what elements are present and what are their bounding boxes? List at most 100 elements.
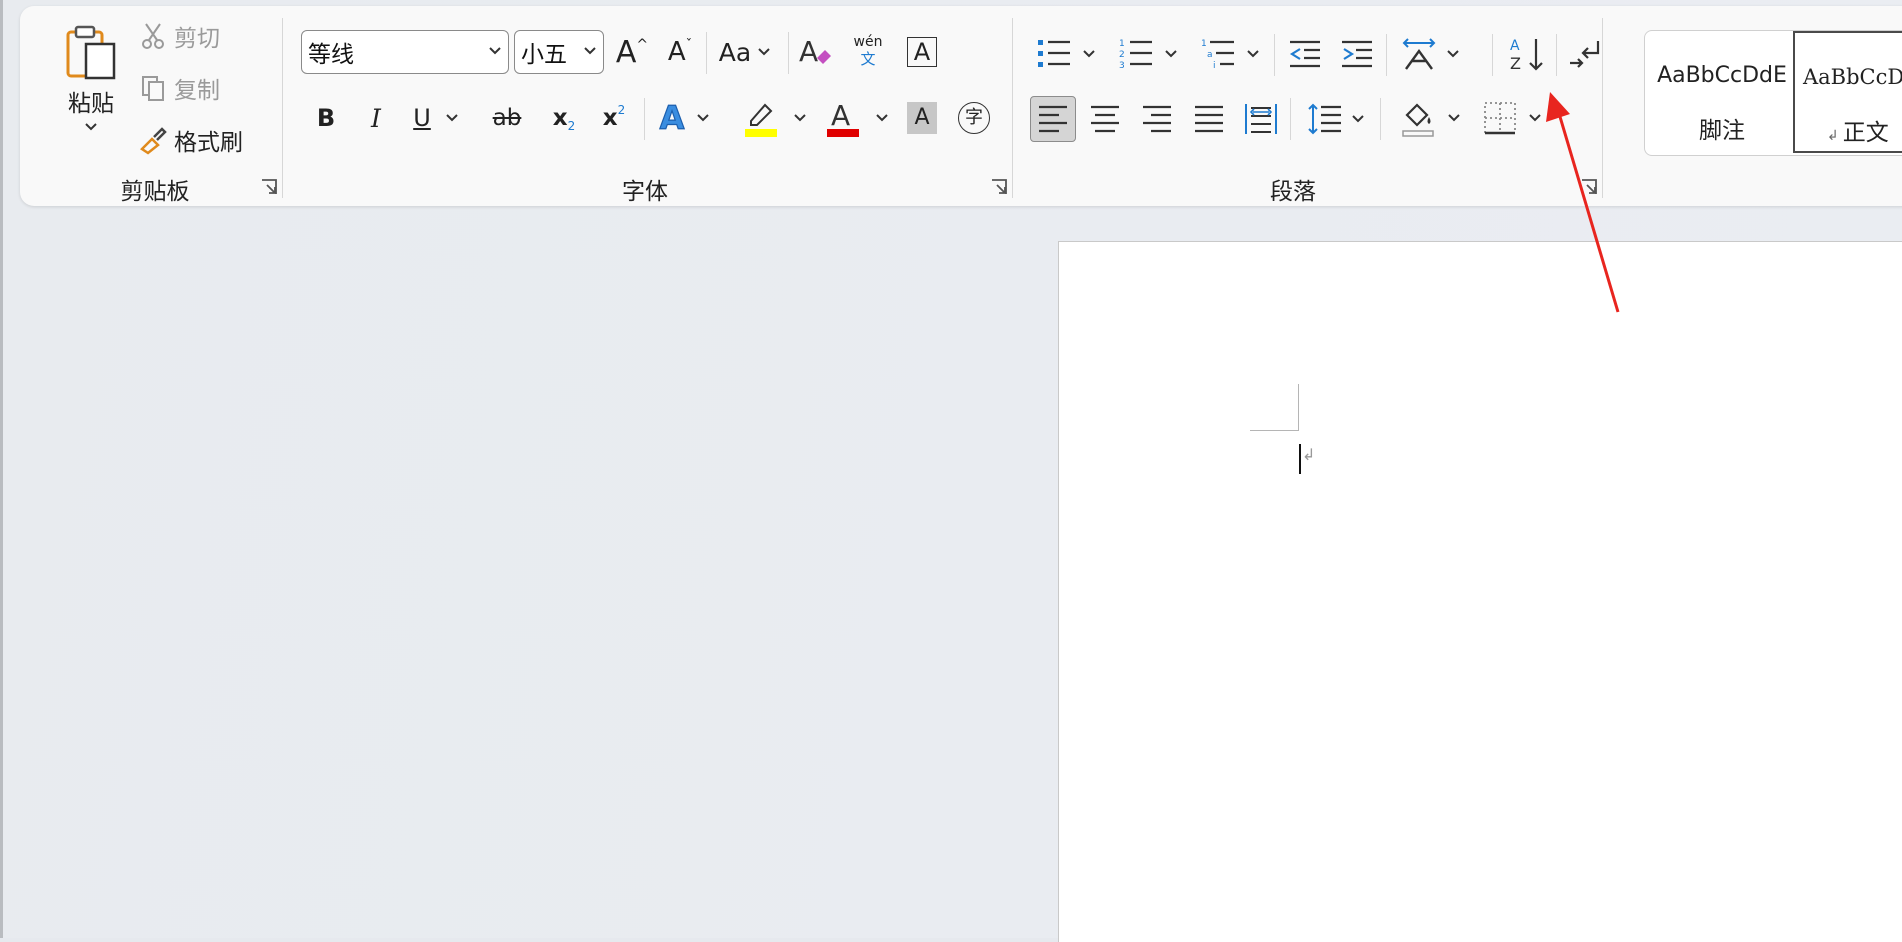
format-painter-label: 格式刷 bbox=[174, 130, 243, 156]
divider bbox=[1290, 98, 1291, 140]
svg-text:2: 2 bbox=[1119, 50, 1125, 60]
font-size-value: 小五 bbox=[521, 42, 567, 68]
svg-text:Z: Z bbox=[1510, 54, 1521, 73]
chevron-down-icon bbox=[1165, 50, 1177, 58]
copy-icon bbox=[142, 76, 164, 101]
copy-button[interactable]: 复制 bbox=[140, 70, 250, 106]
styles-gallery: AaBbCcDdE 脚注 AaBbCcDdE ↲正文 bbox=[1644, 30, 1902, 156]
sort-button[interactable]: AZ bbox=[1504, 32, 1550, 76]
style-name: 脚注 bbox=[1699, 118, 1745, 144]
grow-font-button[interactable]: A ^ bbox=[612, 30, 652, 74]
clipboard-dialog-launcher-icon[interactable] bbox=[260, 178, 278, 196]
divider bbox=[706, 32, 707, 74]
enclose-characters-icon: 字 bbox=[958, 102, 990, 134]
text-cursor bbox=[1299, 444, 1301, 474]
cut-button[interactable]: 剪切 bbox=[140, 18, 250, 54]
shrink-font-button[interactable]: Aˇ bbox=[660, 30, 700, 74]
paste-button[interactable]: 粘贴 bbox=[56, 18, 126, 148]
chinese-layout-icon bbox=[1402, 38, 1436, 70]
annotation-arrow-icon bbox=[1546, 92, 1620, 313]
align-right-icon bbox=[1143, 105, 1171, 133]
svg-text:i: i bbox=[1213, 61, 1216, 71]
decrease-indent-button[interactable] bbox=[1282, 32, 1328, 76]
numbered-list-icon: 123 bbox=[1119, 39, 1152, 71]
caret-up-icon: ^ bbox=[636, 37, 649, 53]
italic-icon: I bbox=[371, 103, 381, 133]
chevron-down-icon bbox=[697, 114, 710, 122]
font-name-combo[interactable]: 等线 bbox=[301, 30, 509, 74]
font-size-combo[interactable]: 小五 bbox=[514, 30, 604, 74]
font-dialog-launcher-icon[interactable] bbox=[990, 178, 1008, 196]
shading-button[interactable] bbox=[1390, 94, 1470, 142]
enclose-characters-button[interactable]: 字 bbox=[952, 96, 996, 140]
change-case-icon: Aa bbox=[718, 37, 752, 67]
clear-formatting-button[interactable]: A bbox=[794, 30, 838, 74]
highlight-color-swatch bbox=[745, 129, 777, 137]
character-shading-icon: A bbox=[907, 102, 937, 134]
superscript-small: 2 bbox=[617, 103, 626, 117]
svg-text:A: A bbox=[799, 35, 818, 68]
style-normal[interactable]: AaBbCcDdE ↲正文 bbox=[1793, 31, 1902, 153]
sort-icon: AZ bbox=[1510, 38, 1543, 73]
line-spacing-icon bbox=[1308, 103, 1341, 135]
text-effects-button[interactable]: A bbox=[650, 96, 720, 140]
svg-text:1: 1 bbox=[1119, 39, 1125, 49]
text-effects-icon: A bbox=[659, 98, 685, 137]
multilevel-list-button[interactable]: 1ai bbox=[1192, 32, 1268, 76]
divider bbox=[644, 98, 645, 140]
justify-icon bbox=[1195, 105, 1223, 133]
increase-indent-icon bbox=[1342, 40, 1372, 68]
divider bbox=[1556, 34, 1557, 76]
align-left-button[interactable] bbox=[1030, 96, 1076, 142]
divider bbox=[1380, 98, 1381, 140]
italic-button[interactable]: I bbox=[356, 96, 396, 140]
highlight-button[interactable] bbox=[734, 94, 814, 142]
phonetic-guide-button[interactable]: wén 文 bbox=[846, 26, 890, 76]
character-border-icon: A bbox=[907, 37, 937, 67]
font-color-letter: A bbox=[831, 99, 850, 132]
bold-button[interactable]: B bbox=[306, 96, 346, 140]
strikethrough-button[interactable]: ab bbox=[482, 96, 532, 140]
document-page[interactable]: ↲ bbox=[1058, 241, 1902, 942]
font-color-swatch bbox=[827, 129, 859, 137]
font-color-button[interactable]: A bbox=[816, 94, 896, 142]
style-footnote[interactable]: AaBbCcDdE 脚注 bbox=[1651, 31, 1793, 153]
numbering-button[interactable]: 123 bbox=[1110, 32, 1186, 76]
align-center-button[interactable] bbox=[1082, 96, 1128, 142]
align-right-button[interactable] bbox=[1134, 96, 1180, 142]
chinese-layout-button[interactable] bbox=[1392, 32, 1468, 76]
subscript-button[interactable]: x2 bbox=[544, 96, 584, 140]
shrink-font-icon: A bbox=[667, 37, 686, 67]
chevron-down-icon bbox=[1447, 50, 1459, 58]
svg-text:A: A bbox=[1510, 38, 1520, 54]
window-left-edge bbox=[0, 0, 3, 938]
decrease-indent-icon bbox=[1289, 40, 1320, 68]
chevron-down-icon bbox=[489, 47, 501, 55]
change-case-button[interactable]: Aa bbox=[712, 30, 778, 74]
format-painter-button[interactable]: 格式刷 bbox=[138, 122, 278, 158]
paste-label: 粘贴 bbox=[68, 91, 114, 117]
chevron-down-icon bbox=[584, 47, 596, 55]
underline-button[interactable]: U bbox=[406, 96, 466, 140]
chevron-down-icon bbox=[85, 123, 97, 131]
scissors-icon bbox=[142, 23, 164, 49]
superscript-button[interactable]: x2 bbox=[594, 96, 634, 140]
paragraph-mark-icon bbox=[1570, 41, 1600, 68]
svg-text:3: 3 bbox=[1119, 61, 1125, 71]
chevron-down-icon bbox=[758, 48, 770, 56]
clear-formatting-icon: A bbox=[799, 35, 831, 68]
increase-indent-button[interactable] bbox=[1334, 32, 1380, 76]
divider bbox=[1492, 34, 1493, 76]
line-spacing-button[interactable] bbox=[1298, 96, 1374, 142]
cut-label: 剪切 bbox=[174, 26, 220, 52]
paint-bucket-icon bbox=[1402, 103, 1434, 137]
align-center-icon bbox=[1091, 105, 1119, 133]
justify-button[interactable] bbox=[1186, 96, 1232, 142]
distributed-button[interactable] bbox=[1238, 96, 1284, 142]
bullets-button[interactable] bbox=[1028, 32, 1104, 76]
style-name: ↲ 正文 bbox=[1795, 113, 1902, 147]
divider bbox=[282, 18, 283, 198]
character-border-button[interactable]: A bbox=[900, 30, 944, 74]
character-shading-button[interactable]: A bbox=[900, 96, 944, 140]
distributed-icon bbox=[1245, 104, 1277, 134]
